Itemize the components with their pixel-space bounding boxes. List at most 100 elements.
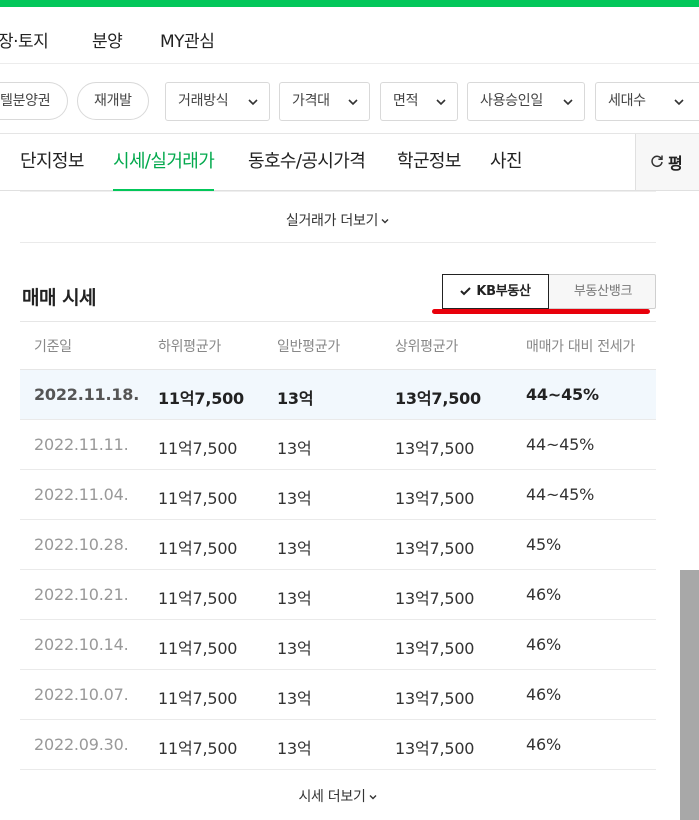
jeonse-ratio-cell: 46% — [526, 635, 561, 654]
section-title: 매매 시세 — [22, 287, 97, 309]
dropdown-label: 세대수 — [608, 93, 646, 109]
column-header: 매매가 대비 전세가 — [526, 339, 635, 355]
filter-bar: 텔분양권 재개발 거래방식 가격대 면적 사용승인일 세대수 — [0, 63, 699, 133]
low-avg-cell: 11억7,500 — [158, 439, 238, 458]
nav-item-land[interactable]: 장·토지 — [0, 27, 49, 52]
source-kb-label: KB부동산 — [476, 284, 531, 299]
high-avg-cell: 13억7,500 — [395, 739, 475, 758]
table-row: 2022.10.28. 11억7,500 13억 13억7,500 45% — [20, 520, 656, 570]
chevron-down-icon — [248, 99, 258, 106]
chevron-down-icon — [369, 795, 377, 800]
low-avg-cell: 11억7,500 — [158, 689, 238, 708]
date-cell: 2022.09.30. — [34, 735, 129, 754]
area-unit-label: 평 — [668, 154, 683, 173]
price-more-label: 시세 더보기 — [298, 789, 366, 805]
low-avg-cell: 11억7,500 — [158, 489, 238, 508]
tab-complex-info[interactable]: 단지정보 — [20, 147, 84, 191]
high-avg-cell: 13억7,500 — [395, 689, 475, 708]
low-avg-cell: 11억7,500 — [158, 539, 238, 558]
dropdown-label: 가격대 — [292, 93, 330, 109]
mid-avg-cell: 13억 — [277, 739, 312, 758]
refresh-icon — [651, 155, 663, 168]
source-bank-button[interactable]: 부동산뱅크 — [550, 275, 656, 308]
high-avg-cell: 13억7,500 — [395, 439, 475, 458]
high-avg-cell: 13억7,500 — [395, 539, 475, 558]
column-header: 상위평균가 — [395, 339, 458, 355]
date-cell: 2022.10.07. — [34, 685, 129, 704]
global-nav: 장·토지 분양 MY관심 — [0, 7, 699, 63]
date-cell: 2022.11.04. — [34, 485, 129, 504]
filter-dropdown-households[interactable]: 세대수 — [595, 82, 699, 121]
chevron-down-icon — [674, 99, 684, 106]
low-avg-cell: 11억7,500 — [158, 739, 238, 758]
price-more-button[interactable]: 시세 더보기 — [20, 769, 656, 820]
chevron-down-icon — [348, 99, 358, 106]
filter-dropdown-approval-date[interactable]: 사용승인일 — [467, 82, 585, 121]
realtrade-more-button[interactable]: 실거래가 더보기 — [20, 191, 656, 243]
jeonse-ratio-cell: 46% — [526, 685, 561, 704]
dropdown-label: 사용승인일 — [480, 93, 543, 109]
high-avg-cell: 13억7,500 — [395, 589, 475, 608]
column-header: 일반평균가 — [277, 339, 340, 355]
tab-school-info[interactable]: 학군정보 — [397, 147, 461, 191]
filter-dropdown-price[interactable]: 가격대 — [279, 82, 370, 121]
dropdown-label: 면적 — [393, 93, 419, 109]
date-cell: 2022.10.21. — [34, 585, 129, 604]
mid-avg-cell: 13억 — [277, 589, 312, 608]
filter-chip-redevelopment[interactable]: 재개발 — [77, 82, 149, 120]
column-header: 하위평균가 — [158, 339, 221, 355]
mid-avg-cell: 13억 — [277, 439, 312, 458]
filter-dropdown-area[interactable]: 면적 — [380, 82, 458, 121]
high-avg-cell: 13억7,500 — [395, 489, 475, 508]
table-row: 2022.10.14. 11억7,500 13억 13억7,500 46% — [20, 620, 656, 670]
tab-photos[interactable]: 사진 — [490, 147, 523, 191]
mid-avg-cell: 13억 — [277, 489, 312, 508]
mid-avg-cell: 13억 — [277, 539, 312, 558]
scrollbar-thumb[interactable] — [680, 570, 699, 820]
column-header: 기준일 — [34, 339, 72, 355]
check-icon — [460, 287, 472, 296]
mid-avg-cell: 13억 — [277, 389, 314, 408]
jeonse-ratio-cell: 44~45% — [526, 485, 595, 504]
realtrade-more-label: 실거래가 더보기 — [285, 213, 379, 229]
price-source-toggle: KB부동산 부동산뱅크 — [442, 274, 656, 309]
table-row: 2022.09.30. 11억7,500 13억 13억7,500 46% — [20, 720, 656, 770]
nav-item-presale[interactable]: 분양 — [92, 27, 123, 52]
table-row: 2022.10.21. 11억7,500 13억 13억7,500 46% — [20, 570, 656, 620]
jeonse-ratio-cell: 46% — [526, 735, 561, 754]
chevron-down-icon — [436, 99, 446, 106]
source-bank-label: 부동산뱅크 — [573, 284, 633, 299]
source-kb-button[interactable]: KB부동산 — [442, 274, 549, 309]
date-cell: 2022.10.14. — [34, 635, 129, 654]
top-accent-bar — [0, 0, 699, 7]
low-avg-cell: 11억7,500 — [158, 589, 238, 608]
table-row: 2022.10.07. 11억7,500 13억 13억7,500 46% — [20, 670, 656, 720]
tab-price-history[interactable]: 시세/실거래가 — [113, 147, 215, 192]
chevron-down-icon — [563, 99, 573, 106]
table-header: 기준일 하위평균가 일반평균가 상위평균가 매매가 대비 전세가 — [20, 321, 656, 370]
jeonse-ratio-cell: 44~45% — [526, 435, 595, 454]
detail-tabs: 단지정보 시세/실거래가 동호수/공시가격 학군정보 사진 평 — [0, 133, 699, 192]
tab-unit-official-price[interactable]: 동호수/공시가격 — [248, 147, 366, 191]
area-unit-toggle-button[interactable]: 평 — [635, 134, 699, 190]
filter-dropdown-trade-type[interactable]: 거래방식 — [165, 82, 270, 121]
mid-avg-cell: 13억 — [277, 689, 312, 708]
dropdown-label: 거래방식 — [178, 93, 229, 109]
annotation-underline — [432, 309, 650, 314]
low-avg-cell: 11억7,500 — [158, 639, 238, 658]
mid-avg-cell: 13억 — [277, 639, 312, 658]
jeonse-ratio-cell: 46% — [526, 585, 561, 604]
low-avg-cell: 11억7,500 — [158, 389, 244, 408]
jeonse-ratio-cell: 44~45% — [526, 385, 599, 404]
table-row: 2022.11.18. 11억7,500 13억 13억7,500 44~45% — [20, 370, 656, 420]
chevron-down-icon — [381, 219, 389, 224]
high-avg-cell: 13억7,500 — [395, 639, 475, 658]
filter-chip-officetel-presale[interactable]: 텔분양권 — [0, 82, 68, 120]
date-cell: 2022.11.18. — [34, 385, 140, 404]
table-row: 2022.11.04. 11억7,500 13억 13억7,500 44~45% — [20, 470, 656, 520]
date-cell: 2022.10.28. — [34, 535, 129, 554]
jeonse-ratio-cell: 45% — [526, 535, 561, 554]
date-cell: 2022.11.11. — [34, 435, 129, 454]
nav-item-my-interest[interactable]: MY관심 — [160, 27, 215, 52]
high-avg-cell: 13억7,500 — [395, 389, 481, 408]
